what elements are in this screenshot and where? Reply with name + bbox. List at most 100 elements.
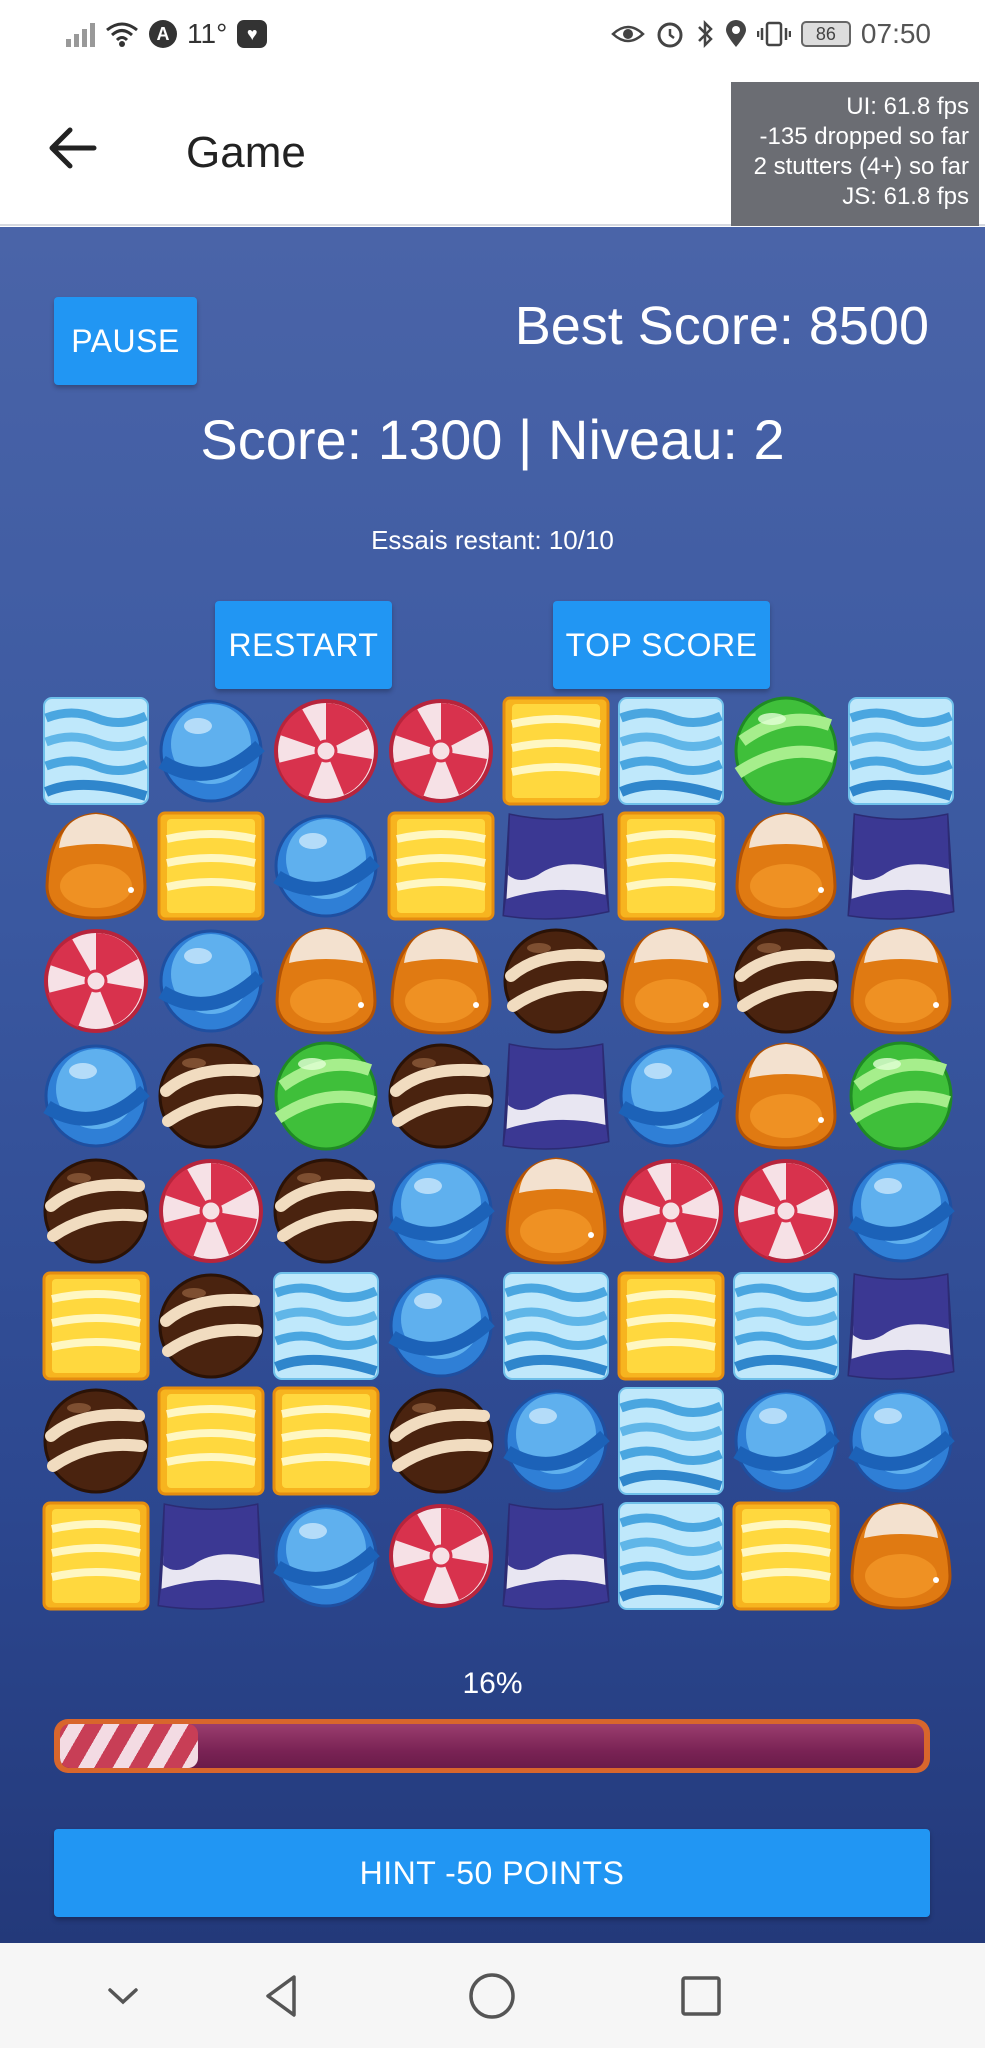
progress-bar	[54, 1719, 930, 1773]
candy-blue-ball[interactable]	[383, 1268, 498, 1383]
candy-yellow-square[interactable]	[268, 1383, 383, 1498]
clock: 07:50	[860, 18, 931, 49]
circle-home-icon[interactable]	[467, 1971, 517, 2021]
candy-blue-ball[interactable]	[383, 1153, 498, 1268]
candy-orange-drop[interactable]	[728, 808, 843, 923]
purple-wave-candy-icon	[501, 812, 610, 920]
orange-drop-candy-icon	[849, 926, 952, 1035]
candy-purple-wave[interactable]	[498, 1498, 613, 1613]
candy-yellow-square[interactable]	[613, 808, 728, 923]
candy-orange-drop[interactable]	[498, 1153, 613, 1268]
candy-purple-wave[interactable]	[153, 1498, 268, 1613]
candy-blue-ball[interactable]	[268, 808, 383, 923]
purple-wave-candy-icon	[846, 812, 955, 920]
candy-brown-ball[interactable]	[498, 923, 613, 1038]
candy-green-oval[interactable]	[728, 693, 843, 808]
progress-track	[60, 1724, 924, 1768]
candy-blue-ball[interactable]	[498, 1383, 613, 1498]
candy-orange-drop[interactable]	[268, 923, 383, 1038]
candy-blue-ball[interactable]	[843, 1153, 958, 1268]
candy-purple-wave[interactable]	[843, 1268, 958, 1383]
candy-cyan-square[interactable]	[843, 693, 958, 808]
candy-red-swirl[interactable]	[728, 1153, 843, 1268]
hint-button[interactable]: HINT -50 POINTS	[54, 1829, 930, 1917]
blue-ball-candy-icon	[617, 1044, 725, 1147]
candy-cyan-square[interactable]	[498, 1268, 613, 1383]
yellow-square-candy-icon	[42, 1271, 149, 1380]
candy-blue-ball[interactable]	[843, 1383, 958, 1498]
candy-purple-wave[interactable]	[843, 808, 958, 923]
candy-cyan-square[interactable]	[38, 693, 153, 808]
candy-orange-drop[interactable]	[843, 1498, 958, 1613]
navigation-bar	[0, 1943, 985, 2048]
candy-red-swirl[interactable]	[613, 1153, 728, 1268]
blue-ball-candy-icon	[272, 814, 380, 917]
cyan-square-candy-icon	[42, 696, 149, 805]
candy-blue-ball[interactable]	[728, 1383, 843, 1498]
arrow-left-icon[interactable]	[46, 122, 98, 174]
candy-purple-wave[interactable]	[498, 1038, 613, 1153]
candy-purple-wave[interactable]	[498, 808, 613, 923]
candy-cyan-square[interactable]	[613, 1498, 728, 1613]
candy-brown-ball[interactable]	[268, 1153, 383, 1268]
candy-brown-ball[interactable]	[728, 923, 843, 1038]
square-recent-icon[interactable]	[676, 1971, 726, 2021]
cyan-square-candy-icon	[617, 1501, 724, 1610]
candy-orange-drop[interactable]	[728, 1038, 843, 1153]
candy-brown-ball[interactable]	[38, 1383, 153, 1498]
candy-yellow-square[interactable]	[383, 808, 498, 923]
cyan-square-candy-icon	[502, 1271, 609, 1380]
candy-orange-drop[interactable]	[383, 923, 498, 1038]
candy-blue-ball[interactable]	[613, 1038, 728, 1153]
candy-board	[38, 693, 958, 1613]
candy-yellow-square[interactable]	[498, 693, 613, 808]
candy-orange-drop[interactable]	[613, 923, 728, 1038]
candy-yellow-square[interactable]	[613, 1268, 728, 1383]
purple-wave-candy-icon	[846, 1272, 955, 1380]
candy-cyan-square[interactable]	[613, 1383, 728, 1498]
candy-orange-drop[interactable]	[38, 808, 153, 923]
app-indicator-icon: A	[149, 20, 177, 48]
restart-button[interactable]: RESTART	[215, 601, 392, 689]
candy-blue-ball[interactable]	[153, 693, 268, 808]
candy-red-swirl[interactable]	[383, 1498, 498, 1613]
top-score-button[interactable]: TOP SCORE	[553, 601, 770, 689]
candy-brown-ball[interactable]	[153, 1038, 268, 1153]
candy-red-swirl[interactable]	[153, 1153, 268, 1268]
brown-ball-candy-icon	[388, 1043, 493, 1148]
candy-yellow-square[interactable]	[153, 1383, 268, 1498]
candy-blue-ball[interactable]	[38, 1038, 153, 1153]
candy-green-oval[interactable]	[843, 1038, 958, 1153]
fps-monitor: UI: 61.8 fps -135 dropped so far 2 stutt…	[731, 82, 979, 226]
candy-brown-ball[interactable]	[383, 1383, 498, 1498]
chevron-down-icon[interactable]	[98, 1971, 148, 2021]
candy-blue-ball[interactable]	[153, 923, 268, 1038]
yellow-square-candy-icon	[732, 1501, 839, 1610]
candy-green-oval[interactable]	[268, 1038, 383, 1153]
wifi-icon	[106, 22, 138, 47]
yellow-square-candy-icon	[502, 696, 609, 805]
candy-cyan-square[interactable]	[268, 1268, 383, 1383]
candy-brown-ball[interactable]	[383, 1038, 498, 1153]
candy-orange-drop[interactable]	[843, 923, 958, 1038]
cyan-square-candy-icon	[617, 696, 724, 805]
candy-blue-ball[interactable]	[268, 1498, 383, 1613]
candy-brown-ball[interactable]	[38, 1153, 153, 1268]
candy-cyan-square[interactable]	[728, 1268, 843, 1383]
blue-ball-candy-icon	[272, 1504, 380, 1607]
candy-yellow-square[interactable]	[38, 1268, 153, 1383]
candy-red-swirl[interactable]	[38, 923, 153, 1038]
green-oval-candy-icon	[274, 1041, 377, 1150]
candy-yellow-square[interactable]	[153, 808, 268, 923]
app-bar: Game UI: 61.8 fps -135 dropped so far 2 …	[0, 76, 985, 226]
candy-yellow-square[interactable]	[38, 1498, 153, 1613]
triangle-back-icon[interactable]	[258, 1971, 308, 2021]
vibrate-icon	[756, 21, 791, 47]
candy-red-swirl[interactable]	[268, 693, 383, 808]
battery-level: 86	[815, 23, 836, 44]
candy-cyan-square[interactable]	[613, 693, 728, 808]
candy-yellow-square[interactable]	[728, 1498, 843, 1613]
candy-brown-ball[interactable]	[153, 1268, 268, 1383]
candy-red-swirl[interactable]	[383, 693, 498, 808]
pause-button[interactable]: PAUSE	[54, 297, 197, 385]
